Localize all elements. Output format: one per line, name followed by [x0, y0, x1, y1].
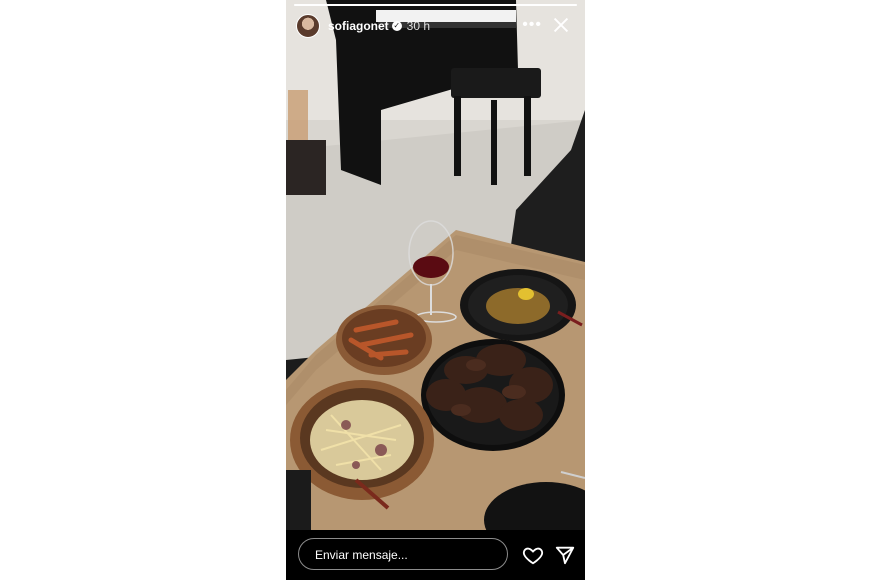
- avatar[interactable]: [296, 14, 320, 38]
- story-header: sofiagonet ✓ 30 h •••: [296, 12, 576, 40]
- story-photo: [286, 0, 585, 558]
- story-progress-bar: [294, 4, 577, 6]
- story-footer: [286, 530, 585, 580]
- heart-icon[interactable]: [522, 544, 544, 566]
- timestamp: 30 h: [406, 19, 431, 33]
- story-viewer: sofiagonet ✓ 30 h •••: [286, 0, 585, 580]
- close-icon[interactable]: [550, 14, 572, 36]
- message-field[interactable]: [298, 538, 508, 571]
- story-progress-fill: [294, 4, 577, 6]
- username[interactable]: sofiagonet: [328, 19, 389, 33]
- message-input[interactable]: [313, 539, 497, 571]
- paper-plane-icon[interactable]: [554, 544, 576, 566]
- more-options-icon[interactable]: •••: [522, 16, 542, 34]
- verified-badge-icon: ✓: [391, 21, 402, 31]
